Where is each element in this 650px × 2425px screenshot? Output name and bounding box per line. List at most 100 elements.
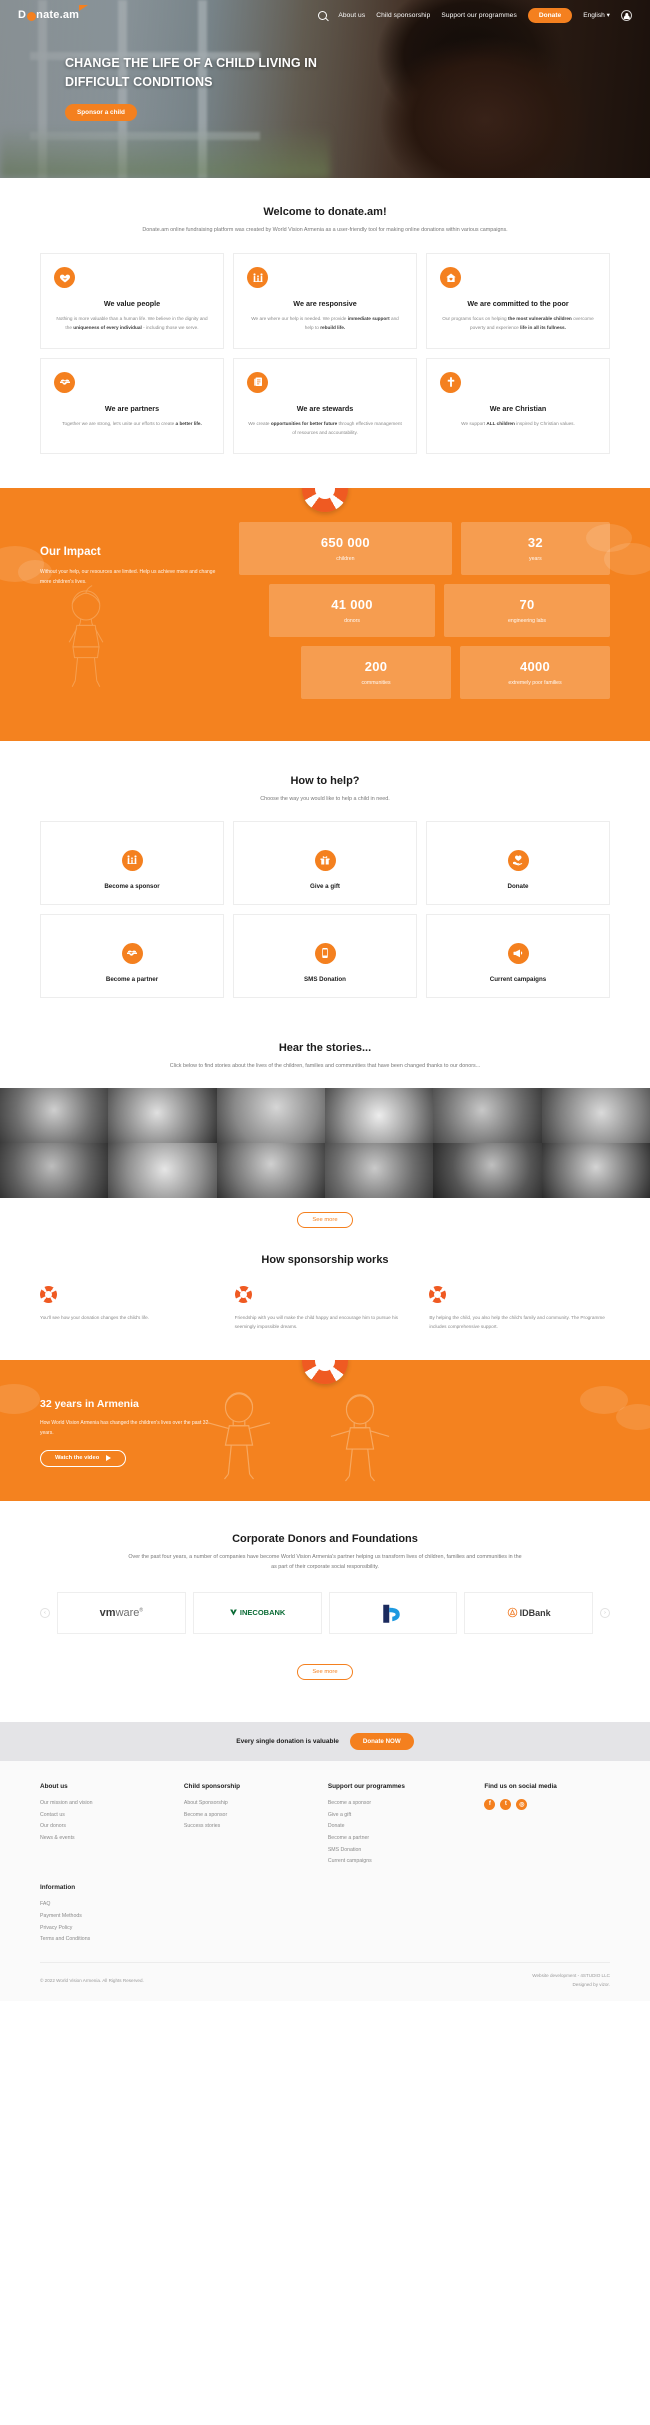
footer-link[interactable]: Give a gift bbox=[328, 1810, 473, 1822]
site-logo[interactable]: D nate.am bbox=[18, 5, 89, 21]
logo-flag-icon bbox=[79, 5, 89, 11]
sponsorship-step-text: By helping the child, you also help the … bbox=[429, 1314, 605, 1330]
values-card-grid: We value people Nothing is more valuable… bbox=[40, 253, 610, 454]
story-photo[interactable] bbox=[0, 1087, 109, 1143]
footer-column-title: Child sponsorship bbox=[183, 1782, 241, 1790]
impact-description: Without your help, our resources are lim… bbox=[40, 568, 216, 585]
story-photo[interactable] bbox=[216, 1142, 325, 1198]
story-photo[interactable] bbox=[325, 1142, 434, 1198]
footer-link[interactable]: Success stories bbox=[184, 1821, 316, 1833]
footer-link[interactable]: Become a sponsor bbox=[184, 1810, 316, 1822]
footer-information-block: Information FAQ Payment Methods Privacy … bbox=[40, 1884, 610, 1946]
story-photo[interactable] bbox=[325, 1087, 434, 1143]
footer-link[interactable]: Become a sponsor bbox=[328, 1798, 473, 1810]
donor-logo-inecobank[interactable]: INECOBANK bbox=[192, 1591, 322, 1634]
value-card-title: We are partners bbox=[104, 403, 160, 413]
chevron-left-icon[interactable]: ‹ bbox=[40, 1607, 50, 1618]
story-photo[interactable] bbox=[433, 1142, 542, 1198]
footer-link[interactable]: Terms and Conditions bbox=[40, 1934, 610, 1946]
family-icon bbox=[121, 849, 143, 871]
footer-link[interactable]: Become a partner bbox=[328, 1833, 473, 1845]
footer-link[interactable]: Privacy Policy bbox=[40, 1923, 610, 1935]
help-option-label: Become a sponsor bbox=[104, 882, 160, 890]
sponsorship-step: By helping the child, you also help the … bbox=[429, 1285, 610, 1332]
help-option-current-campaigns[interactable]: Current campaigns bbox=[426, 913, 610, 998]
handshake-icon bbox=[54, 371, 75, 393]
hero-sponsor-button[interactable]: Sponsor a child bbox=[65, 103, 137, 121]
stat-card: 4000 extremely poor families bbox=[460, 645, 610, 699]
stories-see-more-button[interactable]: See more bbox=[297, 1211, 353, 1228]
developer-credit: Website development - 4STUDIO LLC bbox=[532, 1972, 610, 1978]
help-option-donate[interactable]: Donate bbox=[426, 820, 610, 905]
nav-right-group: About us Child sponsorship Support our p… bbox=[318, 7, 632, 23]
story-photo[interactable] bbox=[0, 1142, 109, 1198]
help-option-give-a-gift[interactable]: Give a gift bbox=[233, 820, 417, 905]
footer-link[interactable]: FAQ bbox=[40, 1899, 610, 1911]
footer-link[interactable]: Payment Methods bbox=[40, 1911, 610, 1923]
nav-link-child-sponsorship[interactable]: Child sponsorship bbox=[376, 12, 430, 19]
donor-logo-ameriabank[interactable] bbox=[328, 1591, 458, 1634]
story-photo[interactable] bbox=[433, 1087, 542, 1143]
welcome-section: Welcome to donate.am! Donate.am online f… bbox=[0, 178, 650, 454]
value-card-title: We are responsive bbox=[293, 299, 357, 308]
stat-card: 650 000 children bbox=[239, 521, 452, 575]
stat-number: 70 bbox=[519, 596, 535, 612]
stories-subtitle: Click below to find stories about the li… bbox=[169, 1062, 481, 1069]
lifebuoy-icon bbox=[40, 1285, 57, 1303]
donor-logo-idbank[interactable]: IDBank bbox=[464, 1591, 593, 1634]
footer-column-title: Support our programmes bbox=[327, 1782, 405, 1790]
value-card-text: We are where our help is needed. We prov… bbox=[251, 316, 399, 331]
nav-donate-button[interactable]: Donate bbox=[527, 7, 573, 23]
donate-now-button[interactable]: Donate NOW bbox=[349, 1732, 414, 1750]
footer-link[interactable]: Contact us bbox=[40, 1810, 172, 1822]
sponsorship-section: How sponsorship works You'll see how you… bbox=[0, 1228, 650, 1360]
value-card-title: We are committed to the poor bbox=[467, 299, 569, 308]
story-photo[interactable] bbox=[216, 1087, 325, 1143]
twitter-icon[interactable]: t bbox=[500, 1798, 512, 1810]
footer-link[interactable]: Donate bbox=[328, 1821, 473, 1833]
lifebuoy-icon bbox=[302, 487, 348, 512]
language-selector[interactable]: English ▾ bbox=[583, 11, 610, 19]
search-icon[interactable] bbox=[318, 10, 328, 20]
help-option-become-a-sponsor[interactable]: Become a sponsor bbox=[40, 820, 224, 905]
footer-social-block: Find us on social media f t ◎ bbox=[484, 1783, 610, 1868]
footer-link[interactable]: Current campaigns bbox=[328, 1856, 473, 1868]
donor-logo-vmware[interactable]: vmware® bbox=[57, 1591, 186, 1634]
story-photo[interactable] bbox=[108, 1087, 217, 1143]
main-navigation: D nate.am About us Child sponsorship Sup… bbox=[0, 0, 650, 30]
watch-video-label: Watch the video bbox=[55, 1455, 100, 1462]
how-to-help-title: How to help? bbox=[290, 774, 360, 787]
instagram-icon[interactable]: ◎ bbox=[516, 1798, 528, 1810]
watch-video-button[interactable]: Watch the video bbox=[40, 1449, 127, 1467]
user-account-icon[interactable] bbox=[621, 9, 632, 21]
value-card: We are partners Together we are strong, … bbox=[40, 357, 224, 454]
donor-logo-label: INECOBANK bbox=[239, 1608, 286, 1618]
nav-link-about-us[interactable]: About us bbox=[338, 12, 365, 19]
handshake-icon bbox=[121, 942, 143, 964]
page-root: D nate.am About us Child sponsorship Sup… bbox=[0, 0, 650, 2002]
help-option-label: SMS Donation bbox=[304, 975, 346, 983]
footer-link[interactable]: News & events bbox=[40, 1833, 172, 1845]
facebook-icon[interactable]: f bbox=[484, 1798, 496, 1810]
play-icon bbox=[106, 1455, 112, 1462]
footer-link[interactable]: Our mission and vision bbox=[40, 1798, 172, 1810]
help-option-label: Current campaigns bbox=[489, 975, 547, 983]
help-option-become-a-partner[interactable]: Become a partner bbox=[40, 913, 224, 998]
footer-link[interactable]: SMS Donation bbox=[328, 1845, 473, 1857]
footer-link[interactable]: About Sponsorship bbox=[184, 1798, 316, 1810]
story-photo[interactable] bbox=[108, 1142, 217, 1198]
donors-see-more-button[interactable]: See more bbox=[297, 1663, 353, 1680]
sponsorship-title: How sponsorship works bbox=[261, 1253, 389, 1266]
help-option-sms-donation[interactable]: SMS Donation bbox=[233, 913, 417, 998]
stat-label: years bbox=[529, 555, 542, 562]
help-option-label: Donate bbox=[507, 882, 529, 890]
nav-link-support-our-programmes[interactable]: Support our programmes bbox=[441, 12, 517, 19]
donors-see-more-wrap: See more bbox=[40, 1650, 610, 1680]
footer-link[interactable]: Our donors bbox=[40, 1821, 172, 1833]
cross-icon bbox=[440, 371, 461, 393]
story-photo[interactable] bbox=[541, 1142, 650, 1198]
hero-section: D nate.am About us Child sponsorship Sup… bbox=[0, 0, 650, 178]
story-photo[interactable] bbox=[541, 1087, 650, 1143]
chevron-right-icon[interactable]: › bbox=[600, 1607, 610, 1618]
footer-information-title: Information bbox=[40, 1884, 76, 1892]
